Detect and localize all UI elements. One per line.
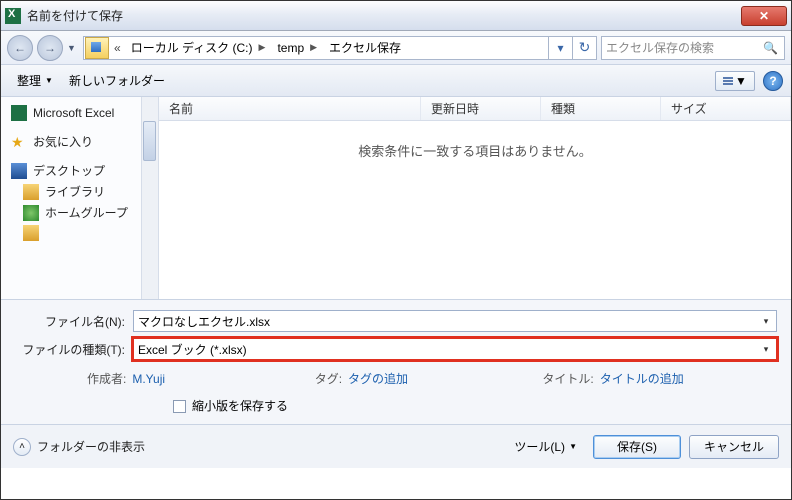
save-thumbnail-checkbox[interactable]: 縮小版を保存する — [173, 399, 288, 413]
scrollbar-thumb[interactable] — [143, 121, 156, 161]
sidebar-scrollbar[interactable] — [141, 97, 158, 299]
homegroup-icon — [23, 205, 39, 221]
user-folder-icon — [23, 225, 39, 241]
search-placeholder: エクセル保存の検索 — [606, 39, 714, 56]
column-label: 名前 — [169, 100, 193, 117]
breadcrumb-label: temp — [277, 41, 304, 55]
titlebar: 名前を付けて保存 ✕ — [1, 1, 791, 31]
sidebar: Microsoft Excel ★ お気に入り デスクトップ ライブラリ ホームグ… — [1, 97, 159, 299]
checkbox-label: 縮小版を保存する — [192, 399, 288, 413]
star-icon: ★ — [11, 134, 27, 150]
chevron-up-icon: ˄ — [13, 438, 31, 456]
meta-author[interactable]: 作成者: M.Yuji — [87, 370, 315, 387]
footer: ˄ フォルダーの非表示 ツール(L) ▼ 保存(S) キャンセル — [1, 424, 791, 468]
bottom-panel: ファイル名(N): マクロなしエクセル.xlsx ▾ ファイルの種類(T): E… — [1, 299, 791, 424]
filename-value: マクロなしエクセル.xlsx — [138, 313, 270, 330]
breadcrumb-item-current[interactable]: エクセル保存 — [323, 37, 407, 59]
sidebar-item-user[interactable] — [7, 223, 152, 243]
excel-icon — [11, 105, 27, 121]
column-label: サイズ — [671, 100, 707, 117]
save-label: 保存(S) — [617, 438, 657, 455]
organize-label: 整理 — [17, 72, 41, 89]
filetype-select[interactable]: Excel ブック (*.xlsx) ▾ — [133, 338, 777, 360]
column-header-name[interactable]: 名前 — [159, 97, 421, 120]
body-area: Microsoft Excel ★ お気に入り デスクトップ ライブラリ ホームグ… — [1, 97, 791, 299]
meta-tags[interactable]: タグ: タグの追加 — [315, 370, 543, 387]
filename-input[interactable]: マクロなしエクセル.xlsx ▾ — [133, 310, 777, 332]
file-list-area: 名前 更新日時 種類 サイズ 検索条件に一致する項目はありません。 — [159, 97, 791, 299]
column-label: 更新日時 — [431, 100, 479, 117]
cancel-label: キャンセル — [704, 438, 764, 455]
nav-row: ← → ▼ « ローカル ディスク (C:) ▶ temp ▶ エクセル保存 ▾ ↻… — [1, 31, 791, 65]
tools-label: ツール(L) — [514, 438, 565, 455]
hide-folders-label: フォルダーの非表示 — [37, 438, 145, 455]
sidebar-item-excel[interactable]: Microsoft Excel — [7, 103, 152, 123]
chevron-down-icon: ▼ — [569, 442, 577, 451]
meta-label: 作成者: — [87, 370, 126, 387]
search-icon: 🔍 — [763, 41, 778, 55]
chevron-right-icon[interactable]: ▶ — [259, 42, 266, 53]
cancel-button[interactable]: キャンセル — [689, 435, 779, 459]
breadcrumb-dropdown[interactable]: ▾ — [548, 36, 572, 60]
sidebar-label: デスクトップ — [33, 162, 105, 179]
forward-button[interactable]: → — [37, 35, 63, 61]
breadcrumb-label: ローカル ディスク (C:) — [131, 39, 253, 56]
libraries-icon — [23, 184, 39, 200]
chevron-right-icon[interactable]: ▶ — [310, 42, 317, 53]
organize-button[interactable]: 整理 ▼ — [9, 69, 61, 92]
breadcrumb-prefix: « — [110, 41, 125, 55]
column-headers: 名前 更新日時 種類 サイズ — [159, 97, 791, 121]
window-title: 名前を付けて保存 — [27, 7, 741, 24]
column-header-type[interactable]: 種類 — [541, 97, 661, 120]
breadcrumb-label: エクセル保存 — [329, 39, 401, 56]
refresh-button[interactable]: ↻ — [572, 36, 596, 60]
excel-app-icon — [5, 8, 21, 24]
breadcrumb-item-temp[interactable]: temp ▶ — [271, 37, 323, 59]
sidebar-label: ホームグループ — [45, 204, 128, 221]
chevron-down-icon: ▼ — [735, 74, 747, 88]
meta-value: タイトルの追加 — [600, 370, 684, 387]
filetype-value: Excel ブック (*.xlsx) — [138, 341, 247, 358]
empty-list-message: 検索条件に一致する項目はありません。 — [159, 121, 791, 299]
chevron-down-icon: ▼ — [45, 76, 53, 85]
meta-label: タイトル: — [542, 370, 593, 387]
meta-title[interactable]: タイトル: タイトルの追加 — [542, 370, 770, 387]
column-header-date[interactable]: 更新日時 — [421, 97, 541, 120]
checkbox-icon — [173, 400, 186, 413]
tools-button[interactable]: ツール(L) ▼ — [506, 436, 585, 457]
drive-icon — [85, 37, 109, 59]
breadcrumb-bar[interactable]: « ローカル ディスク (C:) ▶ temp ▶ エクセル保存 ▾ ↻ — [83, 36, 597, 60]
meta-value: タグの追加 — [348, 370, 408, 387]
chevron-down-icon[interactable]: ▾ — [758, 341, 774, 357]
filename-label: ファイル名(N): — [15, 313, 133, 330]
sidebar-item-favorites[interactable]: ★ お気に入り — [7, 131, 152, 152]
sidebar-item-libraries[interactable]: ライブラリ — [7, 181, 152, 202]
sidebar-label: Microsoft Excel — [33, 106, 114, 120]
close-button[interactable]: ✕ — [741, 6, 787, 26]
new-folder-label: 新しいフォルダー — [69, 72, 165, 89]
sidebar-item-homegroup[interactable]: ホームグループ — [7, 202, 152, 223]
help-button[interactable]: ? — [763, 71, 783, 91]
filetype-label: ファイルの種類(T): — [15, 341, 133, 358]
sidebar-label: ライブラリ — [45, 183, 105, 200]
column-label: 種類 — [551, 100, 575, 117]
desktop-icon — [11, 163, 27, 179]
view-options-button[interactable]: ▼ — [715, 71, 755, 91]
meta-value: M.Yuji — [132, 372, 165, 386]
new-folder-button[interactable]: 新しいフォルダー — [61, 69, 173, 92]
chevron-down-icon[interactable]: ▾ — [758, 313, 774, 329]
sidebar-label: お気に入り — [33, 133, 93, 150]
nav-history-dropdown[interactable]: ▼ — [67, 43, 79, 53]
list-view-icon — [723, 76, 733, 86]
hide-folders-button[interactable]: ˄ フォルダーの非表示 — [13, 438, 145, 456]
meta-label: タグ: — [315, 370, 342, 387]
sidebar-item-desktop[interactable]: デスクトップ — [7, 160, 152, 181]
breadcrumb-item-drive[interactable]: ローカル ディスク (C:) ▶ — [125, 37, 272, 59]
toolbar: 整理 ▼ 新しいフォルダー ▼ ? — [1, 65, 791, 97]
save-button[interactable]: 保存(S) — [593, 435, 681, 459]
column-header-size[interactable]: サイズ — [661, 97, 791, 120]
search-input[interactable]: エクセル保存の検索 🔍 — [601, 36, 785, 60]
back-button[interactable]: ← — [7, 35, 33, 61]
